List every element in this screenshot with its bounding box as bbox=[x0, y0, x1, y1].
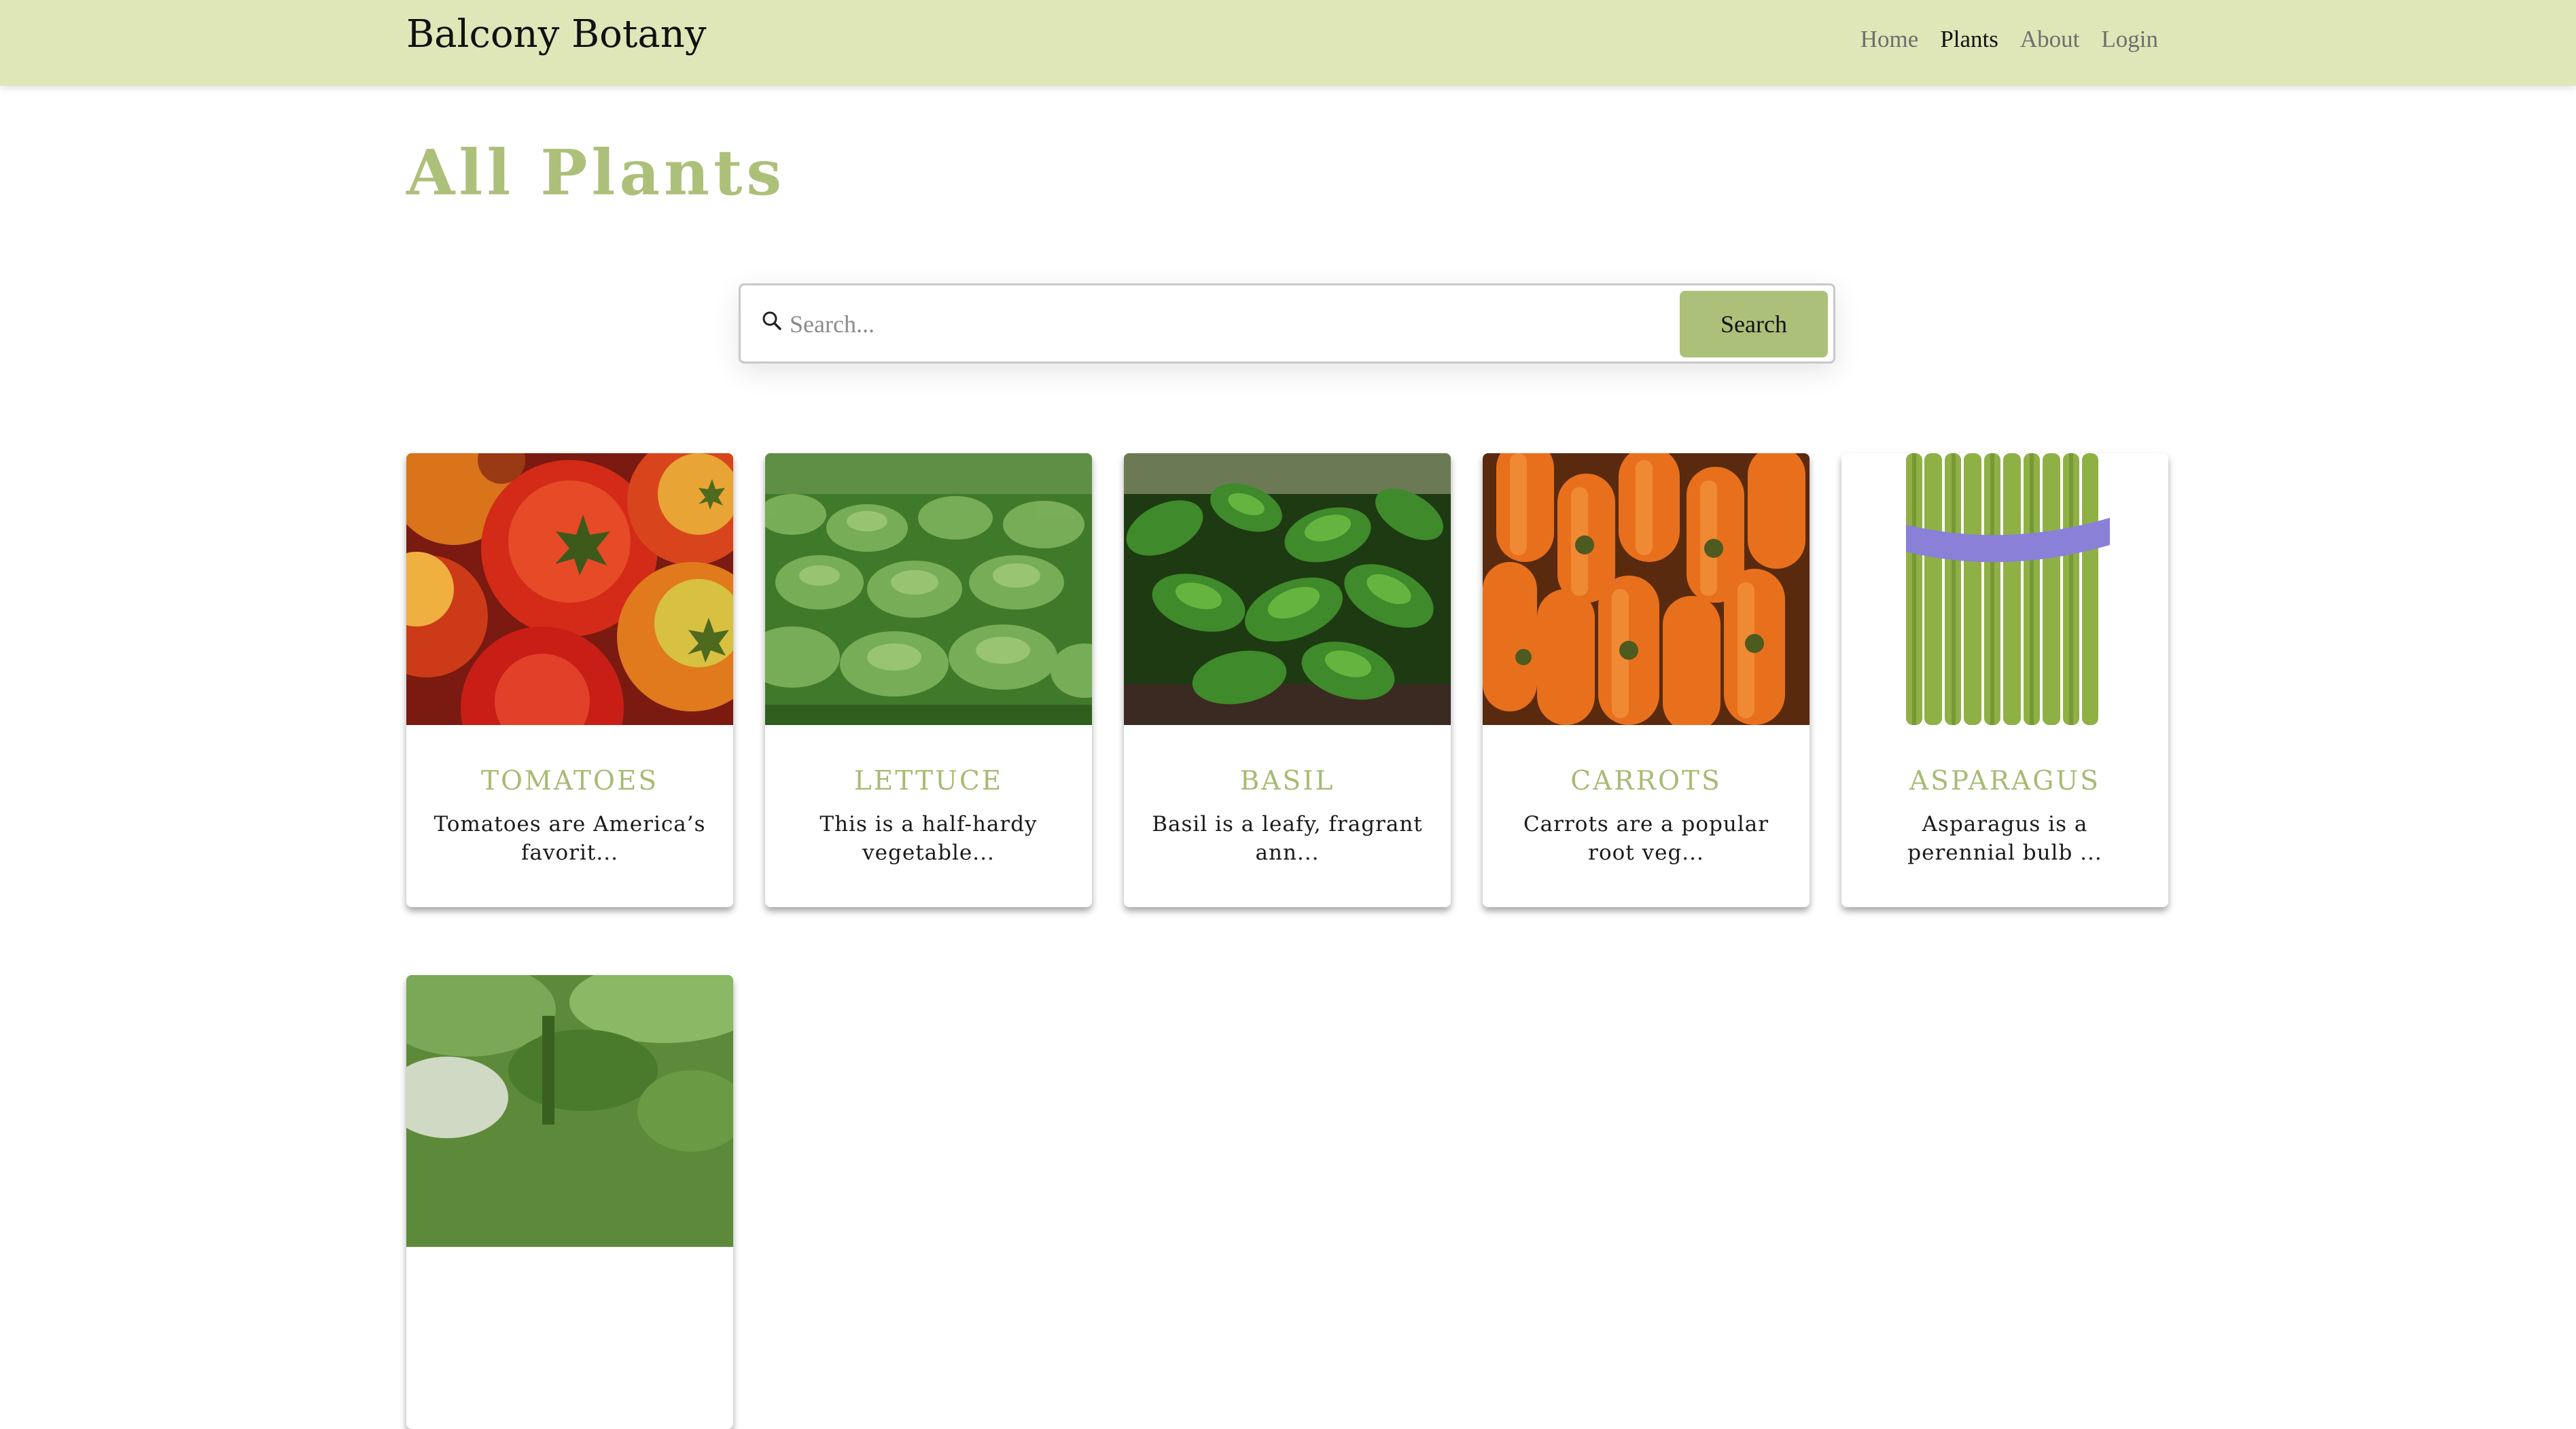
plant-card-description: Tomatoes are America’s favorit... bbox=[434, 812, 706, 865]
brand-logo[interactable]: Balcony Botany bbox=[406, 12, 707, 56]
nav-link-login[interactable]: Login bbox=[2101, 26, 2158, 53]
nav-link-about[interactable]: About bbox=[2020, 26, 2080, 53]
asparagus-photo[interactable] bbox=[1841, 453, 2168, 725]
search-bar: Search bbox=[739, 283, 1835, 364]
plant-card-carrots[interactable]: CARROTS Carrots are a popular root veg..… bbox=[1483, 453, 1810, 907]
plant-card-description: This is a half-hardy vegetable... bbox=[819, 812, 1038, 865]
nav-link-home[interactable]: Home bbox=[1860, 26, 1919, 53]
tomatoes-photo[interactable] bbox=[406, 453, 733, 725]
plant-card-asparagus[interactable]: ASPARAGUS Asparagus is a perennial bulb … bbox=[1841, 453, 2168, 907]
carrots-photo[interactable] bbox=[1483, 453, 1810, 725]
plant-card-title: ASPARAGUS bbox=[1909, 766, 2100, 796]
plant-card-title: BASIL bbox=[1239, 766, 1335, 796]
lettuce-photo[interactable] bbox=[765, 453, 1092, 725]
navbar: Balcony Botany Home Plants About Login bbox=[0, 0, 2576, 86]
plant-card-title: TOMATOES bbox=[480, 766, 659, 796]
search-icon bbox=[761, 310, 783, 332]
plant-card-description: Basil is a leafy, fragrant ann... bbox=[1152, 812, 1423, 865]
nav-link-plants[interactable]: Plants bbox=[1940, 26, 1998, 53]
plant-card-lettuce[interactable]: LETTUCE This is a half-hardy vegetable..… bbox=[765, 453, 1092, 907]
search-button[interactable]: Search bbox=[1680, 291, 1828, 357]
plant-card-beans[interactable] bbox=[406, 975, 733, 1429]
plant-card-title: LETTUCE bbox=[853, 766, 1004, 796]
beans-photo[interactable] bbox=[406, 975, 733, 1247]
plant-card-tomatoes[interactable]: TOMATOES Tomatoes are America’s favorit.… bbox=[406, 453, 733, 907]
page-title: All Plants bbox=[406, 136, 786, 209]
plant-card-title: CARROTS bbox=[1570, 766, 1722, 796]
basil-photo[interactable] bbox=[1124, 453, 1451, 725]
plant-card-description: Asparagus is a perennial bulb ... bbox=[1907, 812, 2102, 865]
plant-card-description: Carrots are a popular root veg... bbox=[1523, 812, 1769, 865]
nav-links: Home Plants About Login bbox=[1860, 26, 2158, 53]
search-input[interactable] bbox=[790, 294, 1666, 355]
plant-card-basil[interactable]: BASIL Basil is a leafy, fragrant ann... bbox=[1124, 453, 1451, 907]
